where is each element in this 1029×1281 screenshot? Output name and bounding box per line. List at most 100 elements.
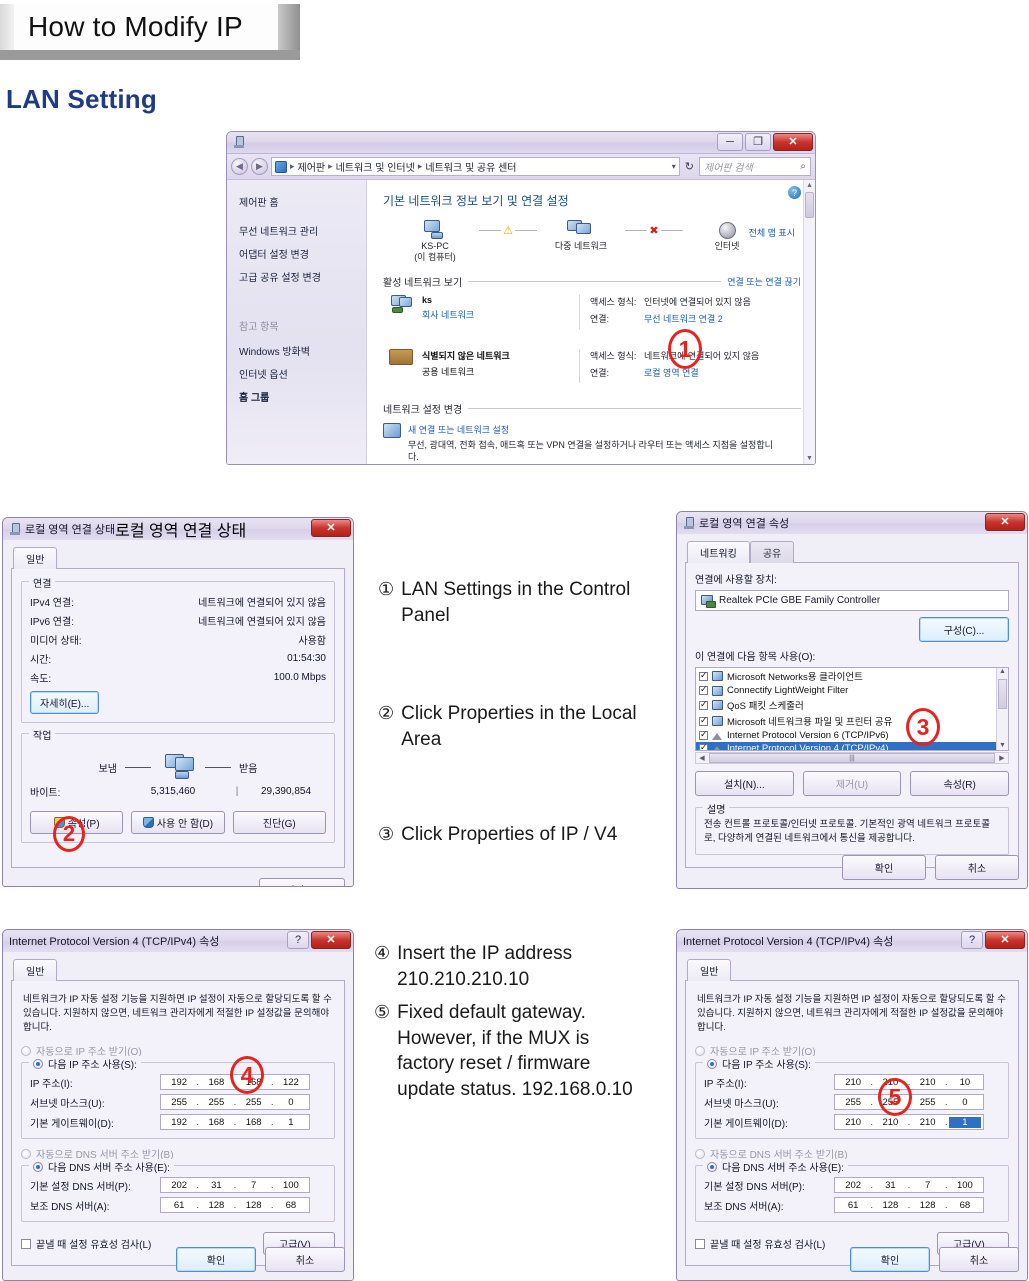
sidebar-item-homegroup[interactable]: 홈 그룹 [239, 389, 366, 404]
install-button[interactable]: 설치(N)... [695, 771, 794, 796]
checkbox[interactable] [699, 684, 708, 695]
show-full-map-link[interactable]: 전체 맵 표시 [749, 226, 795, 239]
breadcrumb-item-0[interactable]: 제어판 [298, 159, 326, 174]
list-item[interactable]: Microsoft 네트워크용 파일 및 프린터 공유 [696, 713, 1008, 729]
connection-items-list[interactable]: Microsoft Networks용 클라이언트 Connectify Lig… [695, 667, 1009, 751]
status-close-button[interactable]: ✕ [311, 519, 351, 537]
scroll-down-icon[interactable]: ▼ [997, 742, 1008, 749]
checkbox[interactable] [699, 715, 708, 726]
checkbox[interactable] [699, 729, 708, 740]
help-button[interactable]: ? [961, 931, 983, 949]
breadcrumb-item-1[interactable]: 네트워크 및 인터넷 [336, 159, 415, 174]
sidebar-item-manage-wireless[interactable]: 무선 네트워크 관리 [239, 223, 366, 238]
gateway-input[interactable]: 192. 168. 168. 1 [160, 1114, 310, 1131]
manual-ip-radio-row[interactable]: 다음 IP 주소 사용(S): [29, 1056, 141, 1072]
forward-button[interactable]: ▶ [251, 158, 268, 175]
auto-dns-radio[interactable] [21, 1148, 31, 1159]
checkbox[interactable] [699, 699, 708, 710]
tab-general[interactable]: 일반 [13, 547, 58, 569]
breadcrumb-item-2[interactable]: 네트워크 및 공유 센터 [425, 159, 516, 174]
details-button[interactable]: 자세히(E)... [30, 691, 100, 714]
validate-setting-row[interactable]: 끝낼 때 설정 유효성 검사(L) [21, 1236, 151, 1251]
close-dialog-button[interactable]: 닫기(C) [259, 878, 345, 886]
tcp-right-titlebar[interactable]: Internet Protocol Version 4 (TCP/IPv4) 속… [677, 930, 1027, 952]
active-network-1-type[interactable]: 회사 네트워크 [422, 308, 474, 321]
validate-setting-row[interactable]: 끝낼 때 설정 유효성 검사(L) [695, 1236, 825, 1251]
checkbox[interactable] [699, 742, 708, 750]
validate-checkbox[interactable] [21, 1238, 31, 1249]
explorer-titlebar[interactable]: ─ ❐ ✕ [227, 132, 815, 154]
manual-dns-radio[interactable] [33, 1161, 43, 1172]
manual-ip-radio-row[interactable]: 다음 IP 주소 사용(S): [703, 1056, 815, 1072]
address-breadcrumb-field[interactable]: ▸ 제어판 ▸ 네트워크 및 인터넷 ▸ 네트워크 및 공유 센터 ▾ [271, 157, 680, 176]
disable-button[interactable]: 사용 안 함(D) [131, 811, 225, 834]
back-button[interactable]: ◀ [231, 158, 248, 175]
props-close-button[interactable]: ✕ [985, 513, 1025, 531]
manual-dns-radio-row[interactable]: 다음 DNS 서버 주소 사용(E): [703, 1159, 848, 1175]
tab-sharing[interactable]: 공유 [749, 541, 795, 563]
change-setting-item-1[interactable]: 새 연결 또는 네트워크 설정 무선, 광대역, 전화 접속, 애드혹 또는 V… [383, 422, 801, 463]
manual-dns-radio[interactable] [707, 1161, 717, 1172]
list-item[interactable]: QoS 패킷 스케줄러 [696, 697, 1008, 713]
manual-dns-radio-row[interactable]: 다음 DNS 서버 주소 사용(E): [29, 1159, 174, 1175]
maximize-button[interactable]: ❐ [745, 133, 771, 151]
tcp-right-close-button[interactable]: ✕ [985, 931, 1025, 949]
scroll-right-icon[interactable]: ▶ [996, 754, 1008, 762]
scroll-down-icon[interactable]: ▼ [804, 455, 815, 462]
props-dialog-titlebar[interactable]: 로컬 영역 연결 속성 ✕ [677, 512, 1027, 534]
items-vertical-scrollbar[interactable]: ▲ ▼ [996, 668, 1008, 750]
tcp-left-close-button[interactable]: ✕ [311, 931, 351, 949]
cancel-button[interactable]: 취소 [935, 855, 1019, 880]
help-icon[interactable]: ? [788, 186, 801, 199]
sidebar-item-change-adapter[interactable]: 어댑터 설정 변경 [239, 246, 366, 261]
scroll-thumb[interactable] [805, 192, 814, 218]
active-network-2-type[interactable]: 공용 네트워크 [422, 365, 510, 378]
dns2-input[interactable]: 61. 128. 128. 68 [160, 1197, 310, 1214]
help-button[interactable]: ? [287, 931, 309, 949]
ok-button[interactable]: 확인 [850, 1247, 930, 1272]
auto-ip-radio[interactable] [21, 1045, 31, 1056]
list-item[interactable]: Connectify LightWeight Filter [696, 684, 1008, 697]
scroll-thumb[interactable] [998, 679, 1007, 709]
refresh-icon[interactable]: ↻ [683, 160, 696, 173]
scroll-up-icon[interactable]: ▲ [804, 182, 815, 189]
tab-networking[interactable]: 네트워킹 [687, 541, 750, 563]
sidebar-item-internet-options[interactable]: 인터넷 옵션 [239, 366, 366, 381]
hscroll-thumb[interactable]: ||| [709, 753, 995, 763]
auto-ip-radio[interactable] [695, 1045, 705, 1056]
list-item-selected[interactable]: Internet Protocol Version 4 (TCP/IPv4) [696, 742, 1008, 750]
cancel-button[interactable]: 취소 [265, 1247, 345, 1272]
map-node-pc[interactable]: KS-PC (이 컴퓨터) [393, 219, 477, 264]
connect-disconnect-link[interactable]: 연결 또는 연결 끊기 [727, 275, 801, 288]
items-horizontal-scrollbar[interactable]: ◀ ||| ▶ [695, 752, 1009, 764]
dns1-input[interactable]: 202. 31. 7. 100 [160, 1177, 310, 1194]
new-connection-link[interactable]: 새 연결 또는 네트워크 설정 [408, 423, 778, 436]
dns2-input[interactable]: 61. 128. 128. 68 [834, 1197, 984, 1214]
validate-checkbox[interactable] [695, 1238, 705, 1249]
ok-button[interactable]: 확인 [842, 855, 926, 880]
status-dialog-titlebar[interactable]: 로컬 영역 연결 상태 로컬 영역 연결 상태 ✕ [3, 518, 353, 540]
search-input[interactable]: 제어판 검색 ⌕ [699, 157, 811, 176]
tab-general[interactable]: 일반 [687, 959, 732, 981]
minimize-button[interactable]: ─ [717, 133, 743, 151]
checkbox[interactable] [699, 670, 708, 681]
ok-button[interactable]: 확인 [176, 1247, 256, 1272]
chevron-down-icon[interactable]: ▾ [672, 162, 676, 171]
close-button[interactable]: ✕ [773, 133, 813, 151]
item-properties-button[interactable]: 속성(R) [910, 771, 1010, 796]
cancel-button[interactable]: 취소 [939, 1247, 1019, 1272]
sidebar-item-control-panel-home[interactable]: 제어판 홈 [239, 194, 366, 209]
manual-ip-radio[interactable] [707, 1058, 717, 1069]
dns1-input[interactable]: 202. 31. 7. 100 [834, 1177, 984, 1194]
sidebar-item-firewall[interactable]: Windows 방화벽 [239, 343, 366, 358]
tcp-left-titlebar[interactable]: Internet Protocol Version 4 (TCP/IPv4) 속… [3, 930, 353, 952]
scroll-up-icon[interactable]: ▲ [997, 668, 1008, 675]
tab-general[interactable]: 일반 [13, 959, 58, 981]
diagnose-button[interactable]: 진단(G) [232, 811, 326, 834]
map-node-multiple-networks[interactable]: 다중 네트워크 [539, 219, 623, 252]
configure-button[interactable]: 구성(C)... [919, 617, 1009, 642]
connection-value-1[interactable]: 무선 네트워크 연결 2 [644, 312, 723, 325]
sidebar-item-advanced-sharing[interactable]: 고급 공유 설정 변경 [239, 269, 366, 284]
explorer-scrollbar[interactable]: ▲ ▼ [803, 180, 815, 464]
manual-ip-radio[interactable] [33, 1058, 43, 1069]
